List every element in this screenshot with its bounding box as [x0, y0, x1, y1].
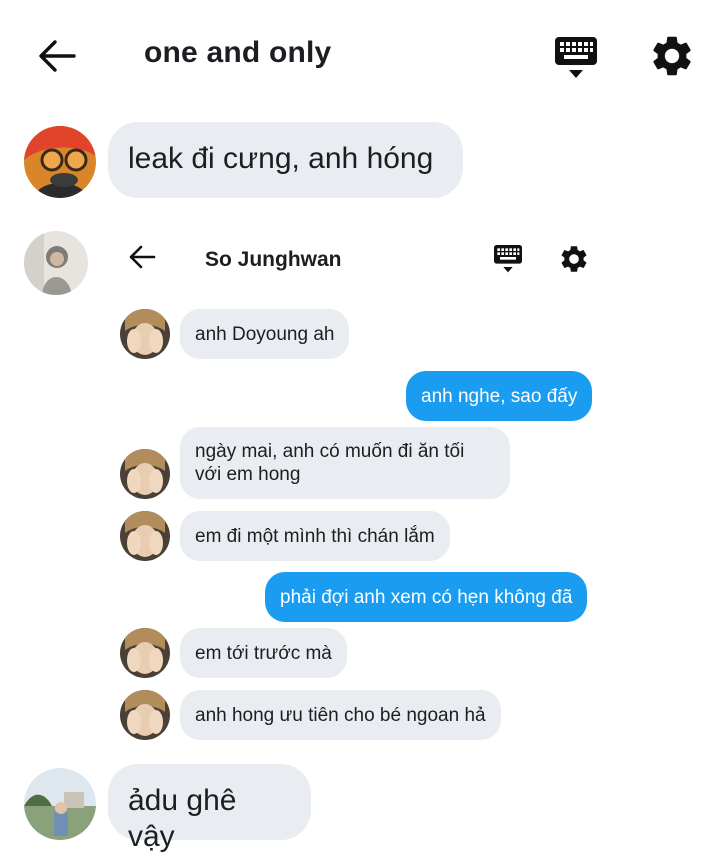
- avatar-hands-face: [120, 309, 170, 359]
- avatar-hands-face: [120, 449, 170, 499]
- avatar-outdoor: [24, 768, 96, 840]
- avatar-grey-hoodie: [24, 231, 88, 295]
- avatar: [120, 511, 170, 561]
- message-bubble: em đi một mình thì chán lắm: [180, 511, 450, 561]
- message-text: leak đi cưng, anh hóng: [128, 142, 434, 175]
- avatar: [120, 309, 170, 359]
- keyboard-icon: [494, 245, 522, 273]
- message-text: với em hong: [195, 464, 301, 485]
- gear-icon: [561, 246, 587, 272]
- arrow-left-icon: [39, 40, 76, 72]
- message-text: anh hong ưu tiên cho bé ngoan hả: [195, 705, 486, 726]
- message-bubble: em tới trước mà: [180, 628, 347, 678]
- avatar: [120, 690, 170, 740]
- avatar[interactable]: [24, 768, 96, 840]
- gear-icon: [653, 36, 691, 76]
- message-text: anh Doyoung ah: [195, 324, 335, 345]
- back-button[interactable]: [30, 32, 84, 80]
- message-text: em tới trước mà: [195, 643, 332, 664]
- message-text: anh nghe, sao đấy: [421, 386, 578, 407]
- avatar-hands-face: [120, 628, 170, 678]
- avatar-hands-face: [120, 511, 170, 561]
- message-bubble: ngày mai, anh có muốn đi ăn tối với em h…: [180, 427, 510, 499]
- settings-button[interactable]: [558, 243, 590, 275]
- avatar[interactable]: [24, 126, 96, 198]
- settings-button[interactable]: [648, 32, 696, 80]
- message-text: phải đợi anh xem có hẹn không đã: [280, 587, 573, 608]
- message-bubble: anh Doyoung ah: [180, 309, 350, 359]
- message-bubble: leak đi cưng, anh hóng: [108, 122, 463, 198]
- chat-title: one and only: [144, 36, 332, 69]
- avatar-orange-hair: [24, 126, 96, 198]
- chat-title: So Junghwan: [205, 248, 342, 271]
- avatar: [120, 449, 170, 499]
- keyboard-button[interactable]: [492, 243, 524, 275]
- avatar[interactable]: [24, 231, 88, 295]
- avatar: [120, 628, 170, 678]
- message-bubble: phải đợi anh xem có hẹn không đã: [265, 572, 588, 622]
- message-text: ngày mai, anh có muốn đi ăn tối: [195, 441, 465, 462]
- keyboard-button[interactable]: [552, 34, 600, 82]
- back-button[interactable]: [128, 244, 158, 274]
- message-text: em đi một mình thì chán lắm: [195, 526, 435, 547]
- message-bubble: anh hong ưu tiên cho bé ngoan hả: [180, 690, 501, 740]
- keyboard-icon: [555, 37, 597, 78]
- message-bubble: anh nghe, sao đấy: [406, 371, 593, 421]
- shared-screenshot: So Junghwan anh Doyoung ah anh nghe, sao…: [108, 228, 604, 748]
- message-bubble: ảdu ghê vậy: [108, 764, 311, 853]
- avatar-hands-face: [120, 690, 170, 740]
- arrow-left-icon: [129, 245, 156, 269]
- message-text: ảdu ghê vậy: [128, 784, 237, 853]
